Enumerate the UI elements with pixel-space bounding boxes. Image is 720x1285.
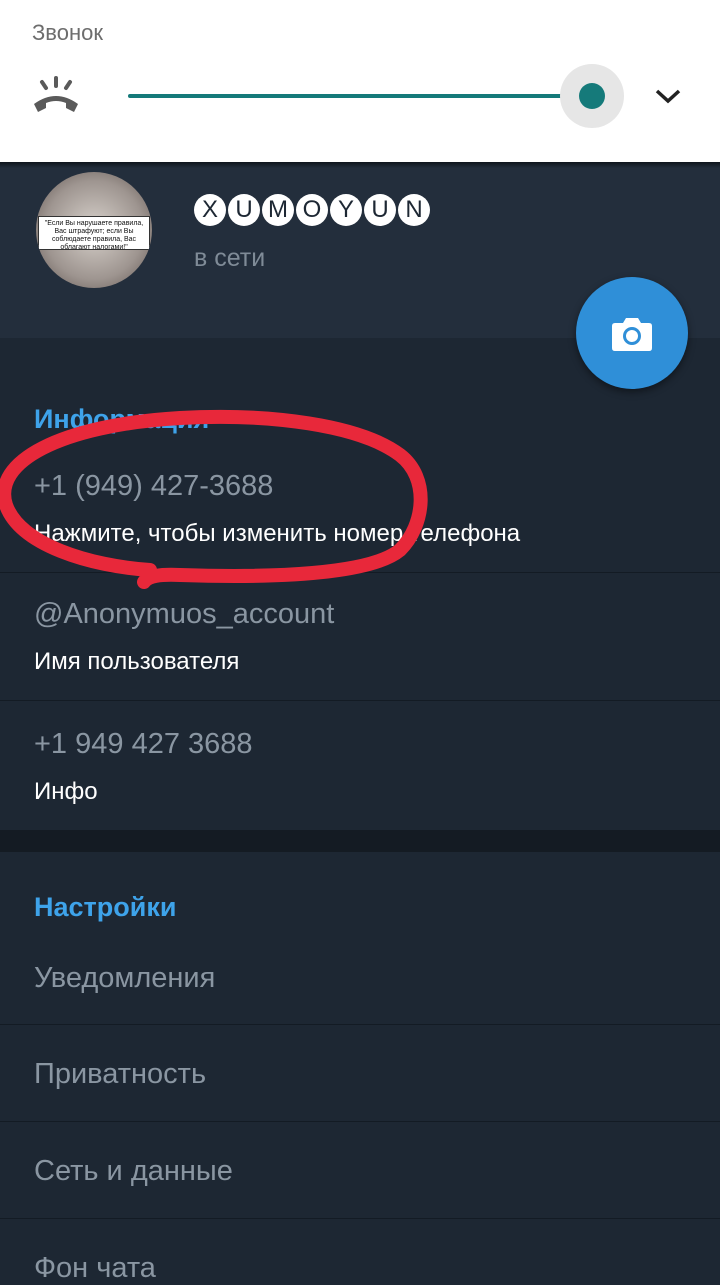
settings-item-network[interactable]: Сеть и данные [34, 1155, 233, 1188]
avatar[interactable]: "Если Вы нарушаете правила, Вас штрафуют… [36, 172, 152, 288]
username-row[interactable]: @Anonymuos_account Имя пользователя [0, 594, 720, 700]
username-label: Имя пользователя [34, 648, 240, 675]
panel-shadow [0, 162, 720, 168]
name-letter: X [194, 194, 226, 226]
divider [0, 700, 720, 701]
phone-row[interactable]: +1 (949) 427-3688 Нажмите, чтобы изменит… [0, 466, 720, 572]
name-letter: Y [330, 194, 362, 226]
camera-icon [612, 318, 652, 351]
section-separator [0, 830, 720, 852]
name-letter: U [364, 194, 396, 226]
bio-row[interactable]: +1 949 427 3688 Инфо [0, 724, 720, 830]
volume-stream-label: Звонок [32, 20, 103, 45]
bio-value: +1 949 427 3688 [34, 728, 253, 760]
settings-section: Настройки Уведомления Приватность Сеть и… [0, 852, 720, 1284]
name-letter: U [228, 194, 260, 226]
set-photo-button[interactable] [576, 277, 688, 389]
divider [0, 572, 720, 573]
profile-name: X U M O Y U N [194, 194, 430, 226]
name-letter: O [296, 194, 328, 226]
volume-panel: Звонок [0, 0, 720, 162]
settings-item-privacy[interactable]: Приватность [34, 1058, 206, 1091]
online-status: в сети [194, 244, 266, 272]
phone-hint: Нажмите, чтобы изменить номер телефона [34, 520, 521, 547]
avatar-quote-card: "Если Вы нарушаете правила, Вас штрафуют… [38, 216, 150, 251]
divider [0, 1024, 720, 1025]
volume-slider-track[interactable] [128, 94, 592, 98]
username-value: @Anonymuos_account [34, 598, 335, 630]
divider [0, 1121, 720, 1122]
divider [0, 1218, 720, 1219]
ringer-vibrate-icon[interactable] [30, 74, 82, 118]
settings-item-notifications[interactable]: Уведомления [34, 962, 215, 995]
settings-section-title: Настройки [34, 892, 177, 922]
name-letter: N [398, 194, 430, 226]
bio-label: Инфо [34, 778, 98, 805]
name-letter: M [262, 194, 294, 226]
chevron-down-icon[interactable] [652, 84, 684, 108]
info-section: Информация +1 (949) 427-3688 Нажмите, чт… [0, 338, 720, 830]
volume-slider-thumb[interactable] [579, 83, 605, 109]
settings-item-chat-background[interactable]: Фон чата [34, 1252, 156, 1285]
phone-number: +1 (949) 427-3688 [34, 470, 274, 502]
info-section-title: Информация [34, 404, 210, 434]
